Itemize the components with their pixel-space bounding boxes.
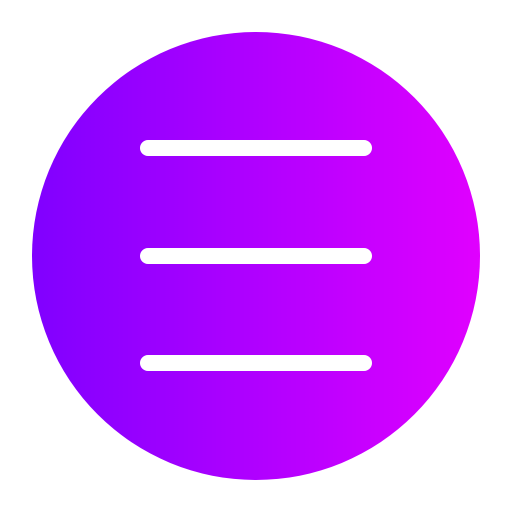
menu-button[interactable] xyxy=(32,32,480,480)
hamburger-menu-icon xyxy=(140,140,372,371)
canvas xyxy=(0,0,512,512)
